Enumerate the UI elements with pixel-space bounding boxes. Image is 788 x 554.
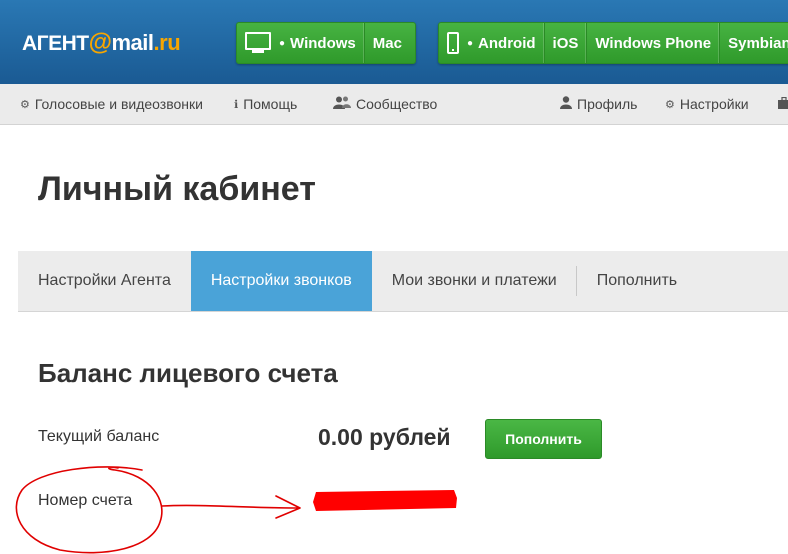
current-balance-value: 0.00 рублей <box>318 424 451 450</box>
nav-extra[interactable] <box>778 94 788 114</box>
desktop-platforms: ● Windows Mac <box>236 22 416 64</box>
platform-symbian[interactable]: Symbian <box>720 23 788 63</box>
nav-profile[interactable]: Профиль <box>560 94 637 114</box>
briefcase-icon <box>778 96 788 112</box>
gear-icon: ⚙ <box>20 98 30 111</box>
current-balance-label: Текущий баланс <box>38 428 160 445</box>
top-header: АГЕНТ@mail.ru ● Windows Mac ● Android iO… <box>0 0 788 85</box>
nav-settings[interactable]: ⚙ Настройки <box>665 94 749 114</box>
platform-ios[interactable]: iOS <box>545 23 588 63</box>
annotation-arrow <box>161 495 301 519</box>
account-tabs: Настройки Агента Настройки звонков Мои з… <box>18 251 788 312</box>
tab-call-settings[interactable]: Настройки звонков <box>190 251 372 311</box>
info-icon: ℹ <box>234 98 239 111</box>
balance-section-title: Баланс лицевого счета <box>38 358 338 388</box>
nav-community[interactable]: Сообщество <box>333 94 437 114</box>
page-title: Личный кабинет <box>38 170 316 208</box>
agent-mail-logo[interactable]: АГЕНТ@mail.ru <box>22 29 181 56</box>
phone-icon <box>447 32 459 54</box>
tab-calls-payments[interactable]: Мои звонки и платежи <box>372 251 577 311</box>
monitor-icon <box>245 32 271 54</box>
nav-help[interactable]: ℹ Помощь <box>234 94 297 114</box>
secondary-nav: ⚙ Голосовые и видеозвонки ℹ Помощь Сообщ… <box>0 84 788 125</box>
account-number-redaction <box>313 490 457 511</box>
platform-windows[interactable]: ● Windows <box>237 23 365 63</box>
platform-windows-phone[interactable]: Windows Phone <box>587 23 721 63</box>
users-icon <box>333 96 351 112</box>
user-icon <box>560 96 572 112</box>
tab-agent-settings[interactable]: Настройки Агента <box>18 251 191 311</box>
platform-android[interactable]: ● Android <box>439 23 545 63</box>
tab-top-up[interactable]: Пополнить <box>577 251 697 311</box>
mobile-platforms: ● Android iOS Windows Phone Symbian <box>438 22 788 64</box>
top-up-button[interactable]: Пополнить <box>485 419 602 459</box>
platform-mac[interactable]: Mac <box>365 23 410 63</box>
account-number-label: Номер счета <box>38 492 133 509</box>
nav-calls[interactable]: ⚙ Голосовые и видеозвонки <box>20 94 203 114</box>
settings-icon: ⚙ <box>665 98 675 111</box>
